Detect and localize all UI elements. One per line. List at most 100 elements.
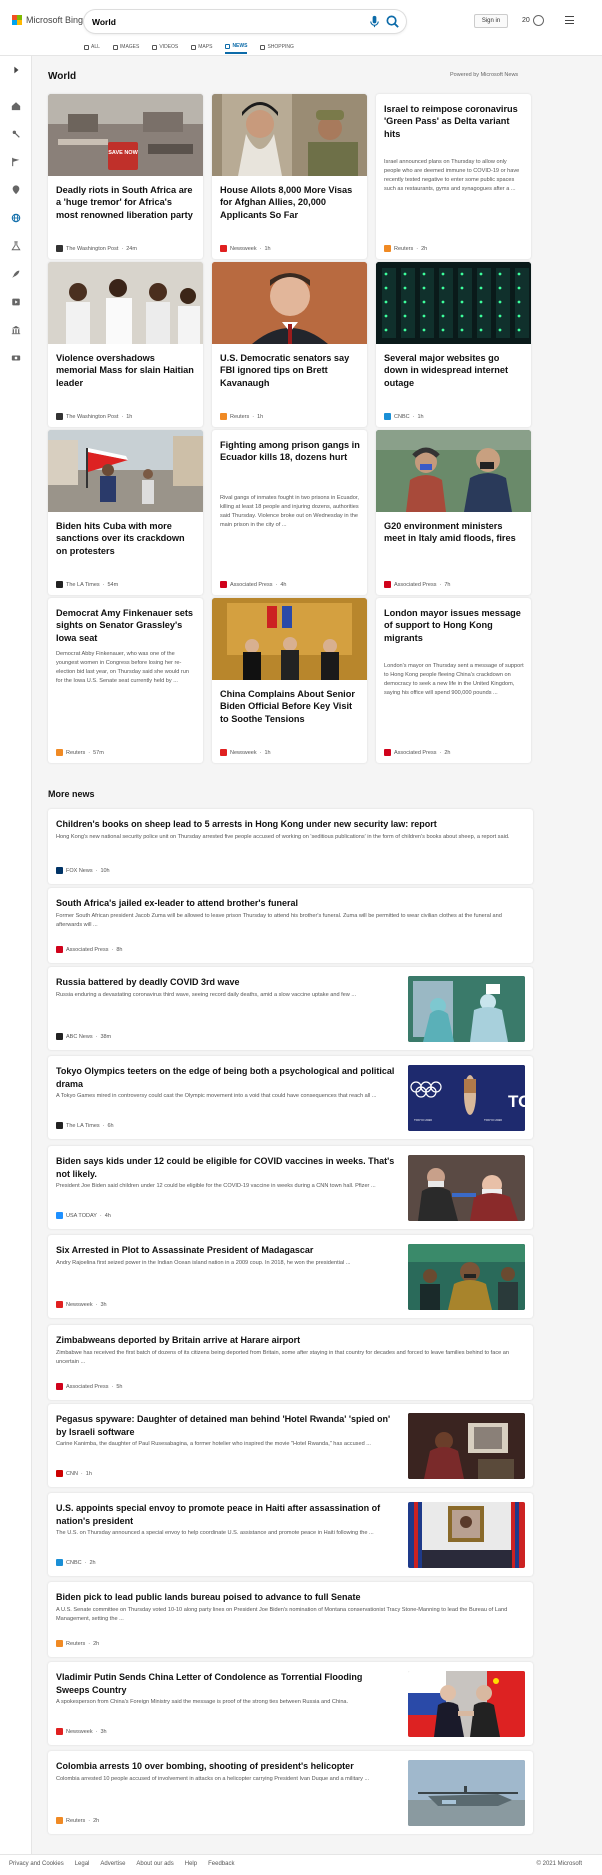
news-list-title[interactable]: Six Arrested in Plot to Assassinate Pres… [56, 1244, 396, 1257]
footer-link[interactable]: Feedback [208, 1861, 234, 1867]
tab-maps[interactable]: MAPS [191, 40, 212, 54]
news-card[interactable]: Israel to reimpose coronavirus 'Green Pa… [376, 94, 531, 259]
news-card[interactable]: Fighting among prison gangs in Ecuador k… [212, 430, 367, 595]
news-list-image[interactable]: TO TOKYO 2020 TOKYO 2020 [408, 1064, 525, 1131]
news-card[interactable]: Violence overshadows memorial Mass for s… [48, 262, 203, 427]
search-box[interactable] [84, 10, 406, 33]
news-card[interactable]: SAVE NOW Deadly riots in South Africa are… [48, 94, 203, 259]
news-list-item[interactable]: Six Arrested in Plot to Assassinate Pres… [48, 1235, 533, 1318]
news-card[interactable]: China Complains About Senior Biden Offic… [212, 598, 367, 763]
footer-link[interactable]: Help [185, 1861, 197, 1867]
news-card-image[interactable] [48, 430, 203, 512]
search-icon[interactable] [385, 14, 400, 29]
news-list-image[interactable] [408, 1412, 525, 1479]
timestamp: 1h [85, 1470, 92, 1477]
news-list-item[interactable]: Vladimir Putin Sends China Letter of Con… [48, 1662, 533, 1745]
news-list-item[interactable]: Colombia arrests 10 over bombing, shooti… [48, 1751, 533, 1834]
sports-icon[interactable] [10, 128, 22, 140]
news-list-item[interactable]: Tokyo Olympics teeters on the edge of be… [48, 1056, 533, 1139]
news-card[interactable]: U.S. Democratic senators say FBI ignored… [212, 262, 367, 427]
news-card-title[interactable]: Deadly riots in South Africa are a 'huge… [56, 184, 196, 221]
news-list-item[interactable]: Zimbabweans deported by Britain arrive a… [48, 1325, 533, 1400]
news-card-image[interactable] [212, 598, 367, 680]
tab-news[interactable]: NEWS [225, 40, 248, 54]
building-icon[interactable] [10, 324, 22, 336]
news-list-item[interactable]: Biden says kids under 12 could be eligib… [48, 1146, 533, 1229]
news-card-image[interactable] [376, 262, 531, 344]
news-card[interactable]: Several major websites go down in widesp… [376, 262, 531, 427]
news-card[interactable]: London mayor issues message of support t… [376, 598, 531, 763]
footer-link[interactable]: Legal [75, 1861, 90, 1867]
news-card-title[interactable]: Fighting among prison gangs in Ecuador k… [220, 439, 360, 464]
news-card-title[interactable]: House Allots 8,000 More Visas for Afghan… [220, 184, 360, 221]
news-card-title[interactable]: Violence overshadows memorial Mass for s… [56, 352, 196, 389]
news-card-image[interactable] [48, 262, 203, 344]
rocket-icon[interactable] [10, 268, 22, 280]
entertainment-icon[interactable] [10, 296, 22, 308]
tab-images[interactable]: IMAGES [112, 40, 139, 54]
news-card-title[interactable]: Biden hits Cuba with more sanctions over… [56, 520, 196, 557]
news-list-title[interactable]: Colombia arrests 10 over bombing, shooti… [56, 1760, 396, 1773]
tab-all[interactable]: ALL [84, 40, 100, 54]
news-card[interactable]: G20 environment ministers meet in Italy … [376, 430, 531, 595]
news-card-image[interactable]: SAVE NOW [48, 94, 203, 176]
save-now-sign: SAVE NOW [108, 150, 138, 156]
news-list-item[interactable]: Children's books on sheep lead to 5 arre… [48, 809, 533, 884]
news-list-item[interactable]: Pegasus spyware: Daughter of detained ma… [48, 1404, 533, 1487]
home-icon[interactable] [10, 100, 22, 112]
footer-link[interactable]: Privacy and Cookies [9, 1861, 64, 1867]
news-list-item[interactable]: Russia battered by deadly COVID 3rd wave… [48, 967, 533, 1050]
tab-shopping[interactable]: SHOPPING [260, 40, 294, 54]
news-list-title[interactable]: Pegasus spyware: Daughter of detained ma… [56, 1413, 396, 1439]
news-list-title[interactable]: U.S. appoints special envoy to promote p… [56, 1502, 396, 1528]
news-card-image[interactable] [212, 262, 367, 344]
news-list-image[interactable] [408, 1243, 525, 1310]
location-icon[interactable] [10, 184, 22, 196]
news-card[interactable]: Biden hits Cuba with more sanctions over… [48, 430, 203, 595]
rewards-button[interactable]: 20 [522, 15, 544, 26]
news-card-title[interactable]: Democrat Amy Finkenauer sets sights on S… [56, 607, 196, 644]
money-icon[interactable] [10, 352, 22, 364]
news-card[interactable]: Democrat Amy Finkenauer sets sights on S… [48, 598, 203, 763]
news-card-title[interactable]: China Complains About Senior Biden Offic… [220, 688, 360, 725]
news-list-item[interactable]: South Africa's jailed ex-leader to atten… [48, 888, 533, 963]
news-list-title[interactable]: Zimbabweans deported by Britain arrive a… [56, 1334, 526, 1347]
science-icon[interactable] [10, 240, 22, 252]
news-list-item[interactable]: Biden pick to lead public lands bureau p… [48, 1582, 533, 1657]
footer-link[interactable]: About our ads [136, 1861, 173, 1867]
globe-icon[interactable] [10, 212, 22, 224]
microphone-icon[interactable] [367, 14, 382, 29]
search-input[interactable] [92, 14, 352, 29]
news-list-image[interactable] [408, 975, 525, 1042]
news-card-image[interactable] [376, 430, 531, 512]
hamburger-menu-icon[interactable] [565, 16, 574, 25]
news-card-title[interactable]: London mayor issues message of support t… [384, 607, 524, 644]
tab-videos[interactable]: VIDEOS [152, 40, 178, 54]
expand-icon[interactable] [10, 64, 22, 76]
news-list-title[interactable]: Tokyo Olympics teeters on the edge of be… [56, 1065, 396, 1091]
footer-link[interactable]: Advertise [100, 1861, 125, 1867]
news-list-title[interactable]: Children's books on sheep lead to 5 arre… [56, 818, 526, 831]
news-list-item[interactable]: U.S. appoints special envoy to promote p… [48, 1493, 533, 1576]
news-list-image[interactable] [408, 1759, 525, 1826]
news-card-title[interactable]: Several major websites go down in widesp… [384, 352, 524, 389]
news-list-image[interactable] [408, 1501, 525, 1568]
news-list-title[interactable]: Vladimir Putin Sends China Letter of Con… [56, 1671, 396, 1697]
timestamp: 7h [444, 581, 451, 588]
news-list-image[interactable] [408, 1670, 525, 1737]
news-card-title[interactable]: Israel to reimpose coronavirus 'Green Pa… [384, 103, 524, 140]
news-list-image[interactable] [408, 1154, 525, 1221]
news-list-title[interactable]: Biden pick to lead public lands bureau p… [56, 1591, 526, 1604]
news-card-image[interactable] [212, 94, 367, 176]
publisher-logo-icon [220, 581, 227, 588]
news-card-title[interactable]: U.S. Democratic senators say FBI ignored… [220, 352, 360, 389]
news-card-title[interactable]: G20 environment ministers meet in Italy … [384, 520, 524, 545]
flag-icon[interactable] [10, 156, 22, 168]
sign-in-button[interactable]: Sign in [474, 14, 508, 28]
news-list-title[interactable]: Biden says kids under 12 could be eligib… [56, 1155, 396, 1181]
news-list-title[interactable]: South Africa's jailed ex-leader to atten… [56, 897, 526, 910]
news-card[interactable]: House Allots 8,000 More Visas for Afghan… [212, 94, 367, 259]
source-name: Associated Press [66, 1383, 109, 1390]
news-list-title[interactable]: Russia battered by deadly COVID 3rd wave [56, 976, 396, 989]
bing-logo[interactable]: Microsoft Bing [12, 15, 83, 25]
